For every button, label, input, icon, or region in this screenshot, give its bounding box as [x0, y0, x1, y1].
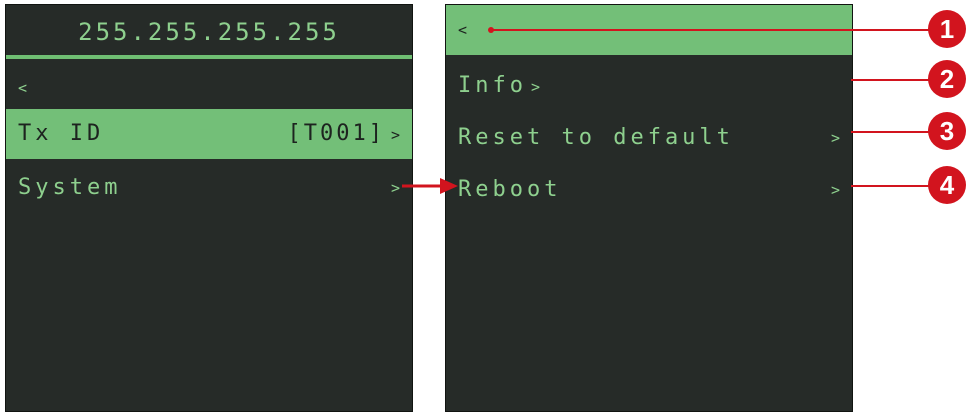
menu-item-system[interactable]: System > [6, 163, 412, 213]
chevron-right-icon: > [530, 78, 541, 96]
menu-item-label: Reset to default [458, 125, 734, 150]
menu-item-label: Reboot [458, 177, 562, 202]
menu-item-info[interactable]: Info > [446, 61, 852, 111]
ip-address-header: 255.255.255.255 [78, 18, 340, 46]
tx-id-value: [T001] > [287, 121, 400, 146]
menu-item-label: System [18, 175, 122, 200]
back-button[interactable]: < [6, 63, 412, 113]
callout-badge-1: 1 [928, 10, 966, 48]
system-submenu-screen: < Info > Reset to default > Reboot > [445, 4, 853, 412]
callout-line [851, 79, 931, 81]
header-divider [6, 55, 412, 59]
menu-item-reset-to-default[interactable]: Reset to default > [446, 113, 852, 163]
callout-badge-2: 2 [928, 60, 966, 98]
navigation-arrow-icon [402, 178, 458, 194]
menu-item-label: Info [458, 73, 527, 98]
chevron-left-icon: < [458, 21, 468, 39]
callout-badge-3: 3 [928, 112, 966, 150]
system-menu-screen: 255.255.255.255 < Tx ID [T001] > System > [5, 4, 413, 412]
callout-badge-4: 4 [928, 166, 966, 204]
chevron-right-icon: > [390, 126, 400, 144]
chevron-right-icon: > [390, 179, 400, 197]
chevron-right-icon: > [830, 129, 840, 147]
menu-item-reboot[interactable]: Reboot > [446, 165, 852, 215]
chevron-right-icon: > [830, 181, 840, 199]
menu-item-tx-id[interactable]: Tx ID [T001] > [6, 109, 412, 159]
callout-line [851, 131, 931, 133]
menu-item-label: Tx ID [18, 121, 105, 146]
callout-line [491, 29, 931, 31]
callout-line [851, 185, 931, 187]
chevron-left-icon: < [18, 79, 28, 97]
